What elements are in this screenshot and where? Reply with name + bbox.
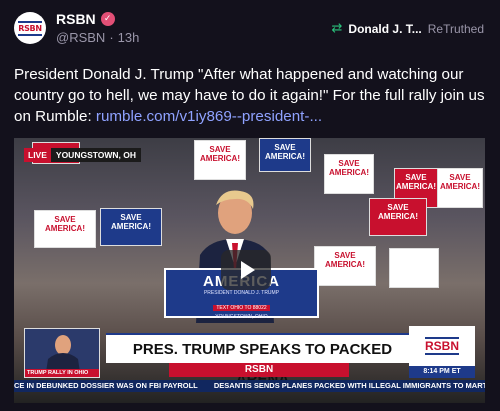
inset-thumbnail: TRUMP RALLY IN OHIO: [24, 328, 100, 378]
crowd-sign: SAVE AMERICA!: [194, 140, 246, 180]
truth-post: RSBN RSBN ✓ @RSBN · 13h ⇄ Donald J. T...…: [0, 0, 500, 411]
crowd-sign: SAVE AMERICA!: [369, 198, 427, 236]
headline-banner: PRES. TRUMP SPEAKS TO PACKED ARENA: [106, 333, 419, 388]
post-time[interactable]: 13h: [118, 30, 140, 45]
crowd-sign: [389, 248, 439, 288]
podium-text-line: TEXT OHIO TO 88022: [213, 305, 270, 311]
retruth-indicator[interactable]: ⇄ Donald J. T... ReTruthed: [332, 21, 485, 36]
crowd-sign: SAVE AMERICA!: [437, 168, 483, 208]
author-handle[interactable]: @RSBN: [56, 30, 105, 45]
inset-caption: TRUMP RALLY IN OHIO: [25, 369, 99, 377]
play-icon: [240, 261, 255, 279]
post-body: President Donald J. Trump "After what ha…: [14, 64, 492, 127]
author-display-name[interactable]: RSBN: [56, 11, 96, 27]
ticker-item: DESANTIS SENDS PLANES PACKED WITH ILLEGA…: [213, 381, 485, 390]
podium-city: YOUNGSTOWN, OHIO: [215, 314, 268, 320]
live-badge: LIVE YOUNGSTOWN, OH: [24, 148, 142, 162]
crowd-sign: SAVE AMERICA!: [100, 208, 162, 246]
retruth-icon: ⇄: [331, 21, 343, 36]
live-location: YOUNGSTOWN, OH: [50, 148, 142, 162]
avatar-logo: RSBN: [18, 20, 42, 36]
retruth-author[interactable]: Donald J. T...: [348, 22, 421, 36]
broadcast-time: 8:14 PM ET: [409, 366, 475, 378]
retruth-label: ReTruthed: [427, 21, 484, 36]
brand-bar: RSBN: [169, 363, 349, 377]
author-meta: @RSBN · 13h: [56, 30, 139, 45]
lower-third: TRUMP RALLY IN OHIO PRES. TRUMP SPEAKS T…: [14, 322, 485, 392]
network-logo: RSBN: [409, 326, 475, 366]
verified-badge-icon: ✓: [100, 12, 115, 26]
news-ticker: CE IN DEBUNKED DOSSIER WAS ON FBI PAYROL…: [14, 380, 485, 392]
crowd-sign: SAVE AMERICA!: [324, 154, 374, 194]
crowd-sign: SAVE AMERICA!: [314, 246, 376, 286]
crowd-sign: SAVE AMERICA!: [34, 210, 96, 248]
crowd-sign: SAVE AMERICA!: [259, 138, 311, 172]
meta-separator: ·: [109, 30, 114, 45]
avatar[interactable]: RSBN: [14, 12, 46, 44]
podium-subtitle: PRESIDENT DONALD J. TRUMP: [203, 290, 280, 296]
play-button[interactable]: [221, 250, 271, 290]
live-tag: LIVE: [24, 148, 51, 162]
author-name-row: RSBN ✓: [56, 11, 115, 27]
network-logo-text: RSBN: [424, 337, 459, 355]
post-link[interactable]: rumble.com/v1iy869--president-...: [96, 108, 322, 125]
ticker-item: CE IN DEBUNKED DOSSIER WAS ON FBI PAYROL…: [14, 381, 198, 390]
